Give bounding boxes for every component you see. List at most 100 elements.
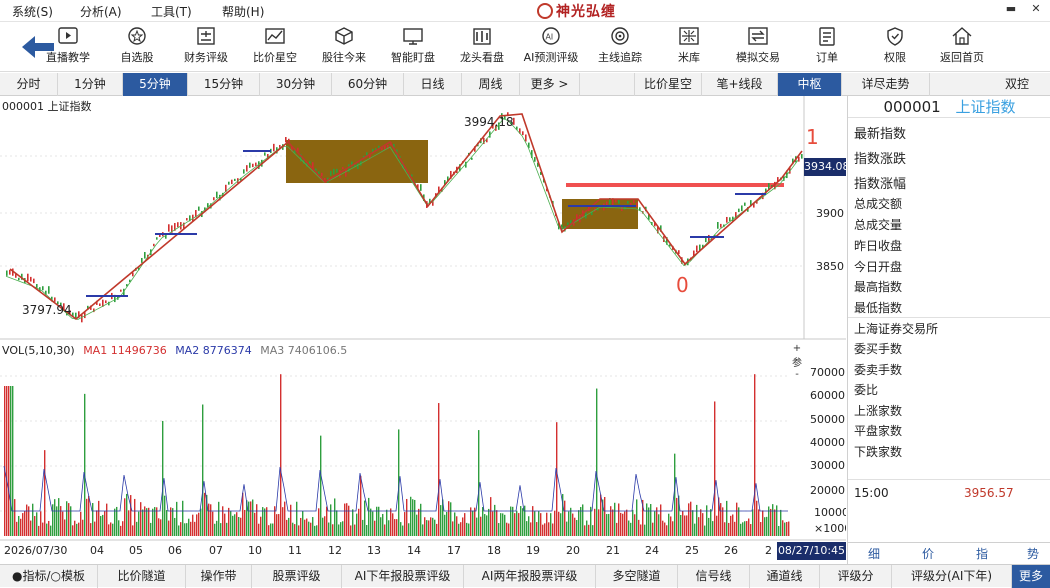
toolbar-ai-button[interactable]: AI AI预测评级: [517, 26, 585, 68]
tab-zhongshu[interactable]: 中枢: [778, 73, 842, 96]
tab-daily[interactable]: 日线: [404, 73, 462, 96]
toolbar-play-button[interactable]: 直播教学: [34, 26, 102, 68]
volume-bar: [568, 511, 570, 536]
toolbar-label: 模拟交易: [736, 51, 780, 64]
tab-weekly[interactable]: 周线: [462, 73, 520, 96]
toolbar-compare-button[interactable]: 比价星空: [241, 26, 309, 68]
candle: [216, 191, 218, 199]
volume-bar: [534, 511, 536, 536]
tab-dual-control[interactable]: 双控: [984, 73, 1050, 96]
volume-bar: [228, 507, 230, 536]
home-icon: [952, 27, 972, 45]
volume-bar: [112, 523, 114, 536]
volume-bar: [526, 521, 528, 536]
add-indicator-button[interactable]: +: [790, 343, 804, 354]
kline-chart[interactable]: 3900 3850 3994.18 3797.94 0 1 70000 6000…: [0, 96, 846, 564]
toolbar-dragon-button[interactable]: 龙头看盘: [448, 26, 516, 68]
tab-stroke-segment[interactable]: 笔+线段: [702, 73, 778, 96]
tab-5min[interactable]: 5分钟: [123, 73, 188, 96]
toolbar-rice-button[interactable]: 米库: [655, 26, 723, 68]
volume-bar: [62, 511, 64, 536]
toolbar-label: 龙头看盘: [460, 51, 504, 64]
chart-area[interactable]: 3900 3850 3994.18 3797.94 0 1 70000 6000…: [0, 96, 850, 564]
tab-ai-next-year-rating[interactable]: AI下年报股票评级: [342, 565, 464, 588]
close-icon[interactable]: ✕: [1028, 2, 1044, 18]
volume-bar: [748, 518, 750, 536]
volume-bar: [68, 503, 70, 536]
toolbar-star-list-button[interactable]: 自选股: [103, 26, 171, 68]
tab-rating-score[interactable]: 评级分: [820, 565, 892, 588]
tab-channel-line[interactable]: 通道线: [750, 565, 820, 588]
toolbar-exchange-button[interactable]: 模拟交易: [724, 26, 792, 68]
volume-bar: [6, 386, 8, 536]
tab-stock-rating[interactable]: 股票评级: [252, 565, 342, 588]
toolbar-monitor-button[interactable]: 智能盯盘: [379, 26, 447, 68]
menu-help[interactable]: 帮助(H): [222, 3, 264, 20]
tab-indicator[interactable]: 指: [960, 545, 1004, 562]
volume-bar: [520, 506, 522, 536]
tab-rating-score-ai[interactable]: 评级分(AI下年): [892, 565, 1012, 588]
svg-text:AI: AI: [546, 33, 554, 42]
volume-bar: [54, 499, 56, 536]
toolbar-finance-button[interactable]: 财务评级: [172, 26, 240, 68]
volume-bar: [128, 510, 130, 536]
volume-bar: [608, 513, 610, 536]
minimize-icon[interactable]: ▬: [1003, 2, 1019, 18]
volume-bar: [396, 519, 398, 536]
volume-bar: [252, 499, 254, 536]
volume-bar: [30, 520, 32, 536]
remove-indicator-button[interactable]: -: [790, 369, 804, 380]
volume-bar: [388, 520, 390, 536]
volume-bar: [312, 517, 314, 536]
ylabel-3900: 3900: [816, 207, 844, 220]
toolbar-shield-button[interactable]: 权限: [861, 26, 929, 68]
volume-bar: [502, 513, 504, 536]
volume-bar: [46, 523, 48, 536]
menu-tools[interactable]: 工具(T): [151, 3, 192, 20]
volume-bar: [240, 517, 242, 536]
tab-15min[interactable]: 15分钟: [188, 73, 260, 96]
menu-system[interactable]: 系统(S): [12, 3, 53, 20]
volume-bar: [360, 475, 362, 536]
tab-ai-two-year-rating[interactable]: AI两年报股票评级: [464, 565, 596, 588]
tab-30min[interactable]: 30分钟: [260, 73, 332, 96]
volume-bar: [702, 513, 704, 536]
tab-indicator-template[interactable]: ●指标/○模板: [0, 565, 98, 588]
stock-name[interactable]: 上证指数: [956, 98, 1016, 116]
volume-bar: [214, 523, 216, 536]
tab-signal-line[interactable]: 信号线: [678, 565, 750, 588]
svg-text:10: 10: [248, 544, 262, 557]
ma2-label: MA2 8776374: [175, 344, 252, 357]
tab-operation-band[interactable]: 操作带: [186, 565, 252, 588]
volume-bar: [250, 501, 252, 536]
volume-bar: [104, 511, 106, 536]
volume-bar: [282, 507, 284, 536]
tab-timeshare[interactable]: 分时: [0, 73, 58, 96]
tab-price-tunnel[interactable]: 比价隧道: [98, 565, 186, 588]
tab-more[interactable]: 更多 >: [520, 73, 580, 96]
tab-1min[interactable]: 1分钟: [58, 73, 123, 96]
volume-bar: [544, 523, 546, 536]
candle: [252, 163, 254, 168]
tab-price[interactable]: 价: [906, 545, 950, 562]
tab-price-compare[interactable]: 比价星空: [634, 73, 702, 96]
volume-bar: [488, 508, 490, 536]
volume-bar: [192, 514, 194, 536]
tab-detailed-trend[interactable]: 详尽走势: [842, 73, 930, 96]
params-button[interactable]: 参: [790, 354, 804, 369]
tab-more-indicators[interactable]: 更多: [1012, 565, 1050, 588]
menu-analysis[interactable]: 分析(A): [80, 3, 122, 20]
tab-long-short-tunnel[interactable]: 多空隧道: [596, 565, 678, 588]
toolbar-order-button[interactable]: 订单: [793, 26, 861, 68]
volume-bar: [32, 503, 34, 536]
tab-detail[interactable]: 细: [852, 545, 896, 562]
candle: [321, 172, 323, 177]
tab-trend[interactable]: 势: [1011, 545, 1050, 562]
toolbar-home-button[interactable]: 返回首页: [928, 26, 996, 68]
volume-bar: [170, 507, 172, 536]
tab-60min[interactable]: 60分钟: [332, 73, 404, 96]
candle: [357, 163, 359, 170]
volume-bar: [566, 521, 568, 536]
toolbar-cube-button[interactable]: 股往今来: [310, 26, 378, 68]
toolbar-target-button[interactable]: 主线追踪: [586, 26, 654, 68]
